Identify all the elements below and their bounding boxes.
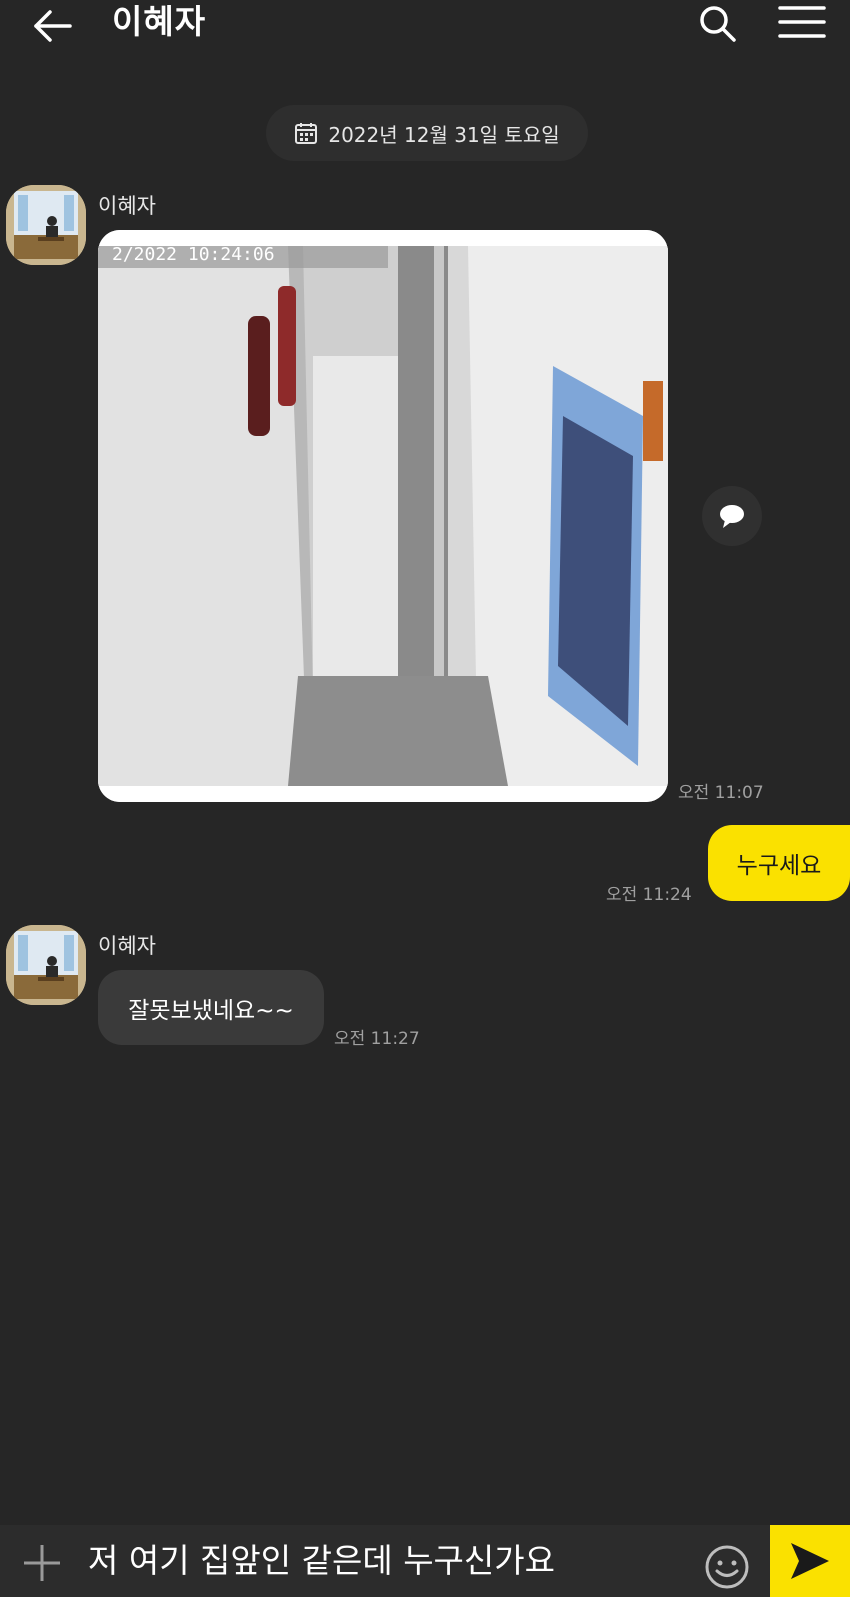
message-text: 누구세요 <box>736 853 822 879</box>
image-timestamp-overlay: 2/2022 10:24:06 <box>112 244 275 265</box>
message-input[interactable]: 저 여기 집앞인 같은데 누구신가요 <box>88 1530 688 1592</box>
chat-title: 이혜자 <box>112 2 207 41</box>
plus-icon[interactable] <box>22 1543 62 1583</box>
sender-name: 이혜자 <box>98 934 156 958</box>
their-message-bubble[interactable]: 잘못보냈네요~~ <box>98 970 324 1045</box>
sender-name: 이혜자 <box>98 194 156 218</box>
send-button[interactable] <box>770 1525 850 1597</box>
calendar-icon <box>295 123 318 144</box>
message-time: 오전 11:07 <box>678 783 764 803</box>
send-icon <box>791 1543 829 1579</box>
message-time: 오전 11:27 <box>334 1029 420 1049</box>
hamburger-menu-icon[interactable] <box>776 2 828 42</box>
avatar[interactable] <box>6 185 86 265</box>
emoji-icon[interactable] <box>703 1543 751 1591</box>
speech-bubble-icon <box>720 505 744 528</box>
search-icon[interactable] <box>696 2 740 46</box>
image-message[interactable]: 2/2022 10:24:06 <box>98 230 668 802</box>
date-label: 2022년 12월 31일 토요일 <box>328 122 560 147</box>
my-message-bubble[interactable]: 누구세요 <box>708 825 850 901</box>
back-arrow-icon[interactable] <box>30 6 74 46</box>
message-text: 잘못보냈네요~~ <box>128 997 294 1024</box>
message-time: 오전 11:24 <box>606 885 692 905</box>
avatar[interactable] <box>6 925 86 1005</box>
date-divider: 2022년 12월 31일 토요일 <box>266 105 588 161</box>
share-button[interactable] <box>702 486 762 546</box>
